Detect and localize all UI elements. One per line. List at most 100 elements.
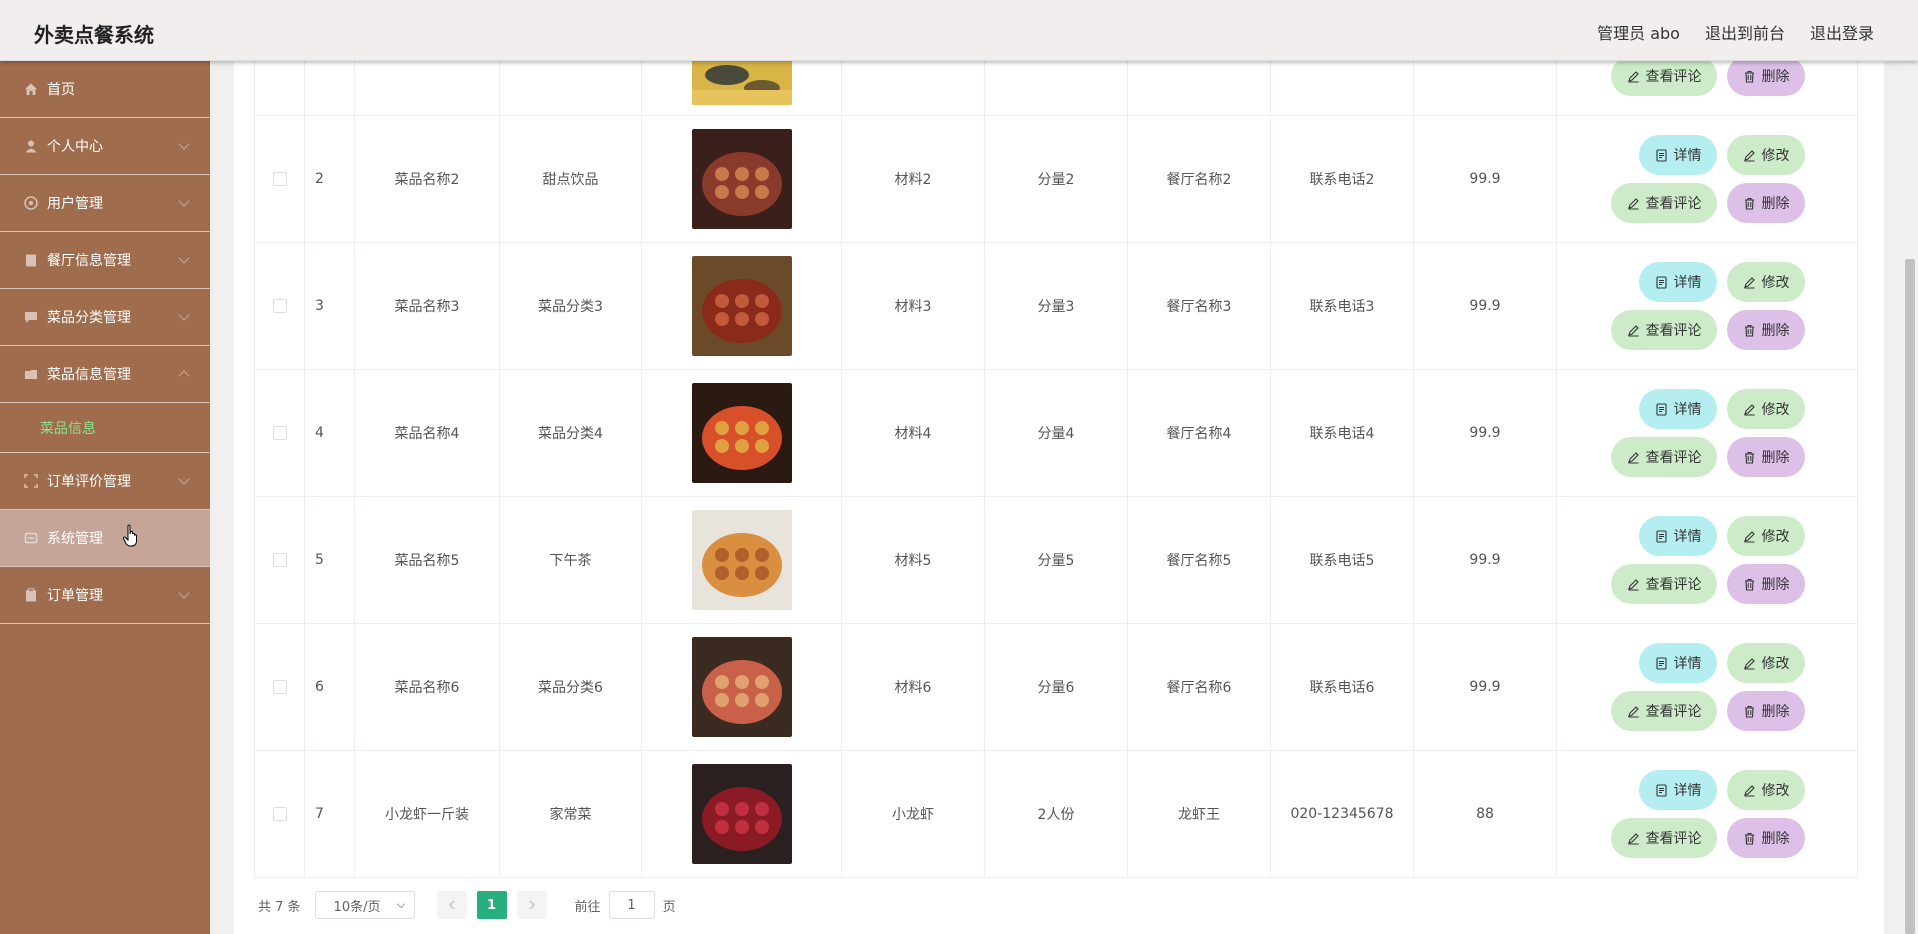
delete-button[interactable]: 删除 — [1727, 310, 1805, 350]
detail-button[interactable]: 详情 — [1639, 643, 1717, 683]
sidebar-item-label: 首页 — [47, 82, 75, 98]
view-reviews-button[interactable]: 查看评论 — [1611, 183, 1717, 223]
delete-button[interactable]: 删除 — [1727, 564, 1805, 604]
view-reviews-button[interactable]: 查看评论 — [1611, 437, 1717, 477]
material-text: 材料4 — [894, 426, 932, 442]
trash-icon — [1744, 324, 1754, 337]
prev-page-button[interactable] — [436, 891, 467, 919]
portion-cell: 分量3 — [985, 243, 1128, 369]
back-to-front-link[interactable]: 退出到前台 — [1705, 20, 1785, 44]
restaurant-text: 餐厅名称2 — [1166, 172, 1232, 188]
detail-button[interactable]: 详情 — [1639, 516, 1717, 556]
dish-image — [691, 60, 792, 105]
users-icon — [23, 195, 39, 211]
material-cell: 材料5 — [842, 497, 985, 623]
sidebar-item-label: 订单评价管理 — [47, 474, 131, 490]
detail-button[interactable]: 详情 — [1639, 389, 1717, 429]
pencil-icon — [1743, 403, 1755, 416]
edit-button[interactable]: 修改 — [1727, 262, 1805, 302]
sidebar-item-order-review[interactable]: 订单评价管理 — [0, 453, 210, 510]
view-reviews-button[interactable]: 查看评论 — [1611, 310, 1717, 350]
edit-button[interactable]: 修改 — [1727, 389, 1805, 429]
row-checkbox[interactable] — [272, 299, 287, 313]
vertical-scrollbar[interactable] — [1902, 61, 1918, 934]
delete-label: 删除 — [1761, 577, 1790, 593]
actions-cell: 详情 修改 查看评论 删除 — [1557, 370, 1859, 496]
price-cell: 99.9 — [1414, 116, 1557, 242]
actions-cell: 详情 修改查看评论 删除 — [1557, 243, 1859, 369]
detail-button[interactable]: 详情 — [1639, 262, 1717, 302]
row-checkbox[interactable] — [272, 172, 287, 186]
price-text: 99.9 — [1469, 679, 1501, 695]
portion-cell: 分量6 — [985, 624, 1128, 750]
edit-label: 修改 — [1761, 275, 1790, 291]
category-cell — [500, 61, 642, 115]
top-header: 外卖点餐系统 管理员 abo 退出到前台 退出登录 — [0, 0, 1918, 61]
table-row: 6 菜品名称6 菜品分类6 材料6 分量6 餐厅名称6 联系电话6 99.9 详情 修改 查看评论 删… — [255, 624, 1857, 751]
name-text: 菜品名称6 — [394, 680, 460, 696]
view-reviews-label: 查看评论 — [1645, 577, 1702, 593]
edit-button[interactable]: 修改 — [1727, 770, 1805, 810]
index-cell: 2 — [305, 116, 355, 242]
name-cell: 菜品名称6 — [355, 624, 500, 750]
sidebar-item-orders[interactable]: 订单管理 — [0, 567, 210, 624]
sidebar-item-dish-info[interactable]: 菜品信息管理 — [0, 346, 210, 403]
view-reviews-button[interactable]: 查看评论 — [1611, 691, 1717, 731]
material-cell: 材料6 — [842, 624, 985, 750]
sidebar-item-profile[interactable]: 个人中心 — [0, 118, 210, 175]
sidebar-item-users[interactable]: 用户管理 — [0, 175, 210, 232]
sidebar-item-restaurant[interactable]: 餐厅信息管理 — [0, 232, 210, 289]
next-page-button[interactable] — [516, 891, 547, 919]
portion-cell — [985, 61, 1128, 115]
view-reviews-label: 查看评论 — [1645, 704, 1702, 720]
settings-icon — [23, 530, 39, 546]
detail-button[interactable]: 详情 — [1639, 135, 1717, 175]
view-reviews-label: 查看评论 — [1645, 69, 1702, 85]
category-cell: 家常菜 — [500, 751, 642, 877]
name-text: 菜品名称4 — [394, 426, 460, 442]
logout-link[interactable]: 退出登录 — [1810, 20, 1874, 44]
delete-button[interactable]: 删除 — [1727, 691, 1805, 731]
name-cell: 菜品名称2 — [355, 116, 500, 242]
view-reviews-button[interactable]: 查看评论 — [1611, 56, 1717, 96]
row-checkbox[interactable] — [272, 807, 287, 821]
delete-button[interactable]: 删除 — [1727, 818, 1805, 858]
sidebar-item-home[interactable]: 首页 — [0, 61, 210, 118]
row-checkbox[interactable] — [272, 680, 287, 694]
goto-page-input[interactable]: 1 — [608, 891, 655, 919]
page-number-current[interactable]: 1 — [476, 891, 507, 919]
detail-button[interactable]: 详情 — [1639, 770, 1717, 810]
delete-label: 删除 — [1761, 69, 1790, 85]
checkbox-cell — [255, 116, 305, 242]
portion-text: 2人份 — [1037, 807, 1075, 823]
edit-button[interactable]: 修改 — [1727, 135, 1805, 175]
edit-button[interactable]: 修改 — [1727, 516, 1805, 556]
sidebar-item-label: 个人中心 — [47, 139, 103, 155]
chevron-left-icon — [448, 900, 455, 910]
portion-cell: 分量4 — [985, 370, 1128, 496]
delete-label: 删除 — [1761, 196, 1790, 212]
row-checkbox[interactable] — [272, 426, 287, 440]
scrollbar-thumb[interactable] — [1905, 259, 1915, 934]
submenu-item-dish-info[interactable]: 菜品信息 — [0, 403, 210, 453]
page-size-select[interactable]: 10条/页 — [314, 891, 415, 919]
portion-text: 分量6 — [1037, 680, 1075, 696]
view-reviews-button[interactable]: 查看评论 — [1611, 564, 1717, 604]
actions-cell: 详情 修改查看评论 删除 — [1557, 624, 1859, 750]
actions-cell: 详情 修改 查看评论 删除 — [1557, 751, 1859, 877]
pencil-icon — [1627, 705, 1639, 718]
portion-text: 分量3 — [1037, 299, 1075, 315]
delete-button[interactable]: 删除 — [1727, 437, 1805, 477]
restaurant-text: 餐厅名称3 — [1166, 299, 1232, 315]
sidebar-item-system[interactable]: 系统管理 — [0, 510, 210, 567]
sidebar-item-dish-category[interactable]: 菜品分类管理 — [0, 289, 210, 346]
edit-button[interactable]: 修改 — [1727, 643, 1805, 683]
delete-button[interactable]: 删除 — [1727, 183, 1805, 223]
price-text: 99.9 — [1469, 552, 1501, 568]
phone-text: 联系电话3 — [1309, 299, 1375, 315]
checkbox-cell — [255, 61, 305, 115]
row-checkbox[interactable] — [272, 553, 287, 567]
delete-button[interactable]: 删除 — [1727, 56, 1805, 96]
frame-icon — [23, 473, 39, 489]
view-reviews-button[interactable]: 查看评论 — [1611, 818, 1717, 858]
